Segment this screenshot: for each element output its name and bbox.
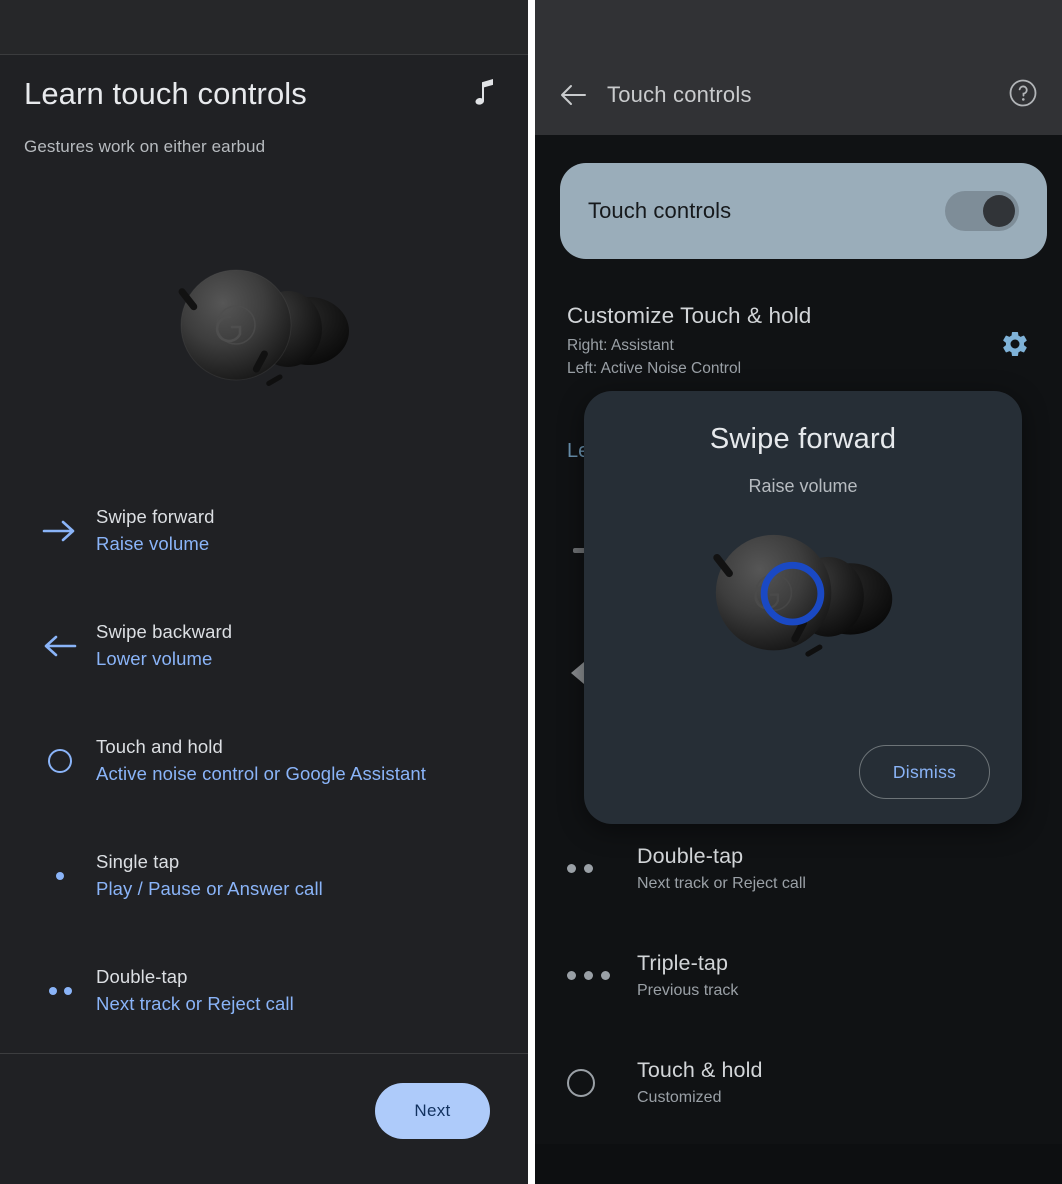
toggle-card-label: Touch controls xyxy=(588,198,732,223)
dialog-title: Swipe forward xyxy=(709,423,897,455)
screenshot-root: Learn touch controls Gestures work on ei… xyxy=(0,0,1062,1184)
dismiss-button[interactable]: Dismiss xyxy=(859,745,990,799)
gesture-row: Touch and hold Active noise control or G… xyxy=(0,703,528,818)
list-item-sub: Customized xyxy=(637,1089,722,1106)
two-dots-icon xyxy=(567,864,637,873)
next-button[interactable]: Next xyxy=(375,1083,490,1139)
arrow-right-icon xyxy=(24,518,96,544)
obscured-triangle-icon xyxy=(571,662,584,684)
gesture-row: Swipe backward Lower volume xyxy=(0,588,528,703)
help-circle-icon[interactable] xyxy=(1008,78,1038,113)
gesture-title: Double-tap xyxy=(96,966,188,987)
touch-controls-switch[interactable] xyxy=(945,191,1019,231)
left-header: Learn touch controls Gestures work on ei… xyxy=(0,55,528,157)
list-item-title: Double-tap xyxy=(637,844,744,868)
customize-right-line: Right: Assistant xyxy=(567,337,674,354)
list-item-title: Triple-tap xyxy=(637,951,729,975)
gesture-title: Swipe backward xyxy=(96,621,233,642)
gesture-row: Double-tap Next track or Reject call xyxy=(0,933,528,1048)
left-status-strip xyxy=(0,0,528,55)
list-item[interactable]: Touch & hold Customized xyxy=(535,1029,1062,1136)
customize-title: Customize Touch & hold xyxy=(567,303,812,328)
earbud-illustration xyxy=(0,248,528,418)
touch-controls-toggle-card[interactable]: Touch controls xyxy=(560,163,1047,259)
list-item[interactable]: Double-tap Next track or Reject call xyxy=(535,815,1062,922)
switch-knob xyxy=(983,195,1015,227)
gesture-settings-list: Double-tap Next track or Reject call Tri… xyxy=(535,815,1062,1136)
page-subtitle: Gestures work on either earbud xyxy=(24,137,266,156)
arrow-left-icon xyxy=(24,633,96,659)
customize-touch-hold-section[interactable]: Customize Touch & hold Right: Assistant … xyxy=(535,303,1062,379)
dialog-earbud-illustration xyxy=(653,511,953,691)
page-title: Learn touch controls xyxy=(24,76,307,111)
list-item[interactable]: Triple-tap Previous track xyxy=(535,922,1062,1029)
gesture-action: Next track or Reject call xyxy=(96,993,294,1014)
two-dots-icon xyxy=(24,986,96,995)
panel-gap xyxy=(528,0,535,1184)
swipe-forward-dialog: Swipe forward Raise volume Dismiss xyxy=(584,391,1022,824)
left-footer: Next xyxy=(0,1054,528,1184)
music-note-icon xyxy=(472,77,498,115)
gesture-action: Raise volume xyxy=(96,533,210,554)
gesture-title: Swipe forward xyxy=(96,506,215,527)
back-arrow-icon[interactable] xyxy=(559,84,597,106)
circle-outline-icon xyxy=(24,748,96,773)
three-dots-icon xyxy=(567,971,637,980)
gesture-action: Active noise control or Google Assistant xyxy=(96,763,426,784)
bottom-nav-strip xyxy=(535,1144,1062,1184)
circle-outline-icon xyxy=(567,1068,637,1097)
gesture-list: Swipe forward Raise volume Swipe backwar… xyxy=(0,473,528,1048)
left-tutorial-panel: Learn touch controls Gestures work on ei… xyxy=(0,0,528,1184)
customize-left-line: Left: Active Noise Control xyxy=(567,360,742,377)
gesture-title: Touch and hold xyxy=(96,736,223,757)
gesture-action: Lower volume xyxy=(96,648,213,669)
app-bar: Touch controls xyxy=(535,55,1062,135)
one-dot-icon xyxy=(24,871,96,880)
gear-icon[interactable] xyxy=(1000,329,1030,364)
right-status-strip xyxy=(535,0,1062,55)
gesture-title: Single tap xyxy=(96,851,180,872)
gesture-row: Swipe forward Raise volume xyxy=(0,473,528,588)
gesture-action: Play / Pause or Answer call xyxy=(96,878,323,899)
list-item-sub: Previous track xyxy=(637,982,739,999)
list-item-title: Touch & hold xyxy=(637,1058,763,1082)
list-item-sub: Next track or Reject call xyxy=(637,875,806,892)
dialog-subtitle: Raise volume xyxy=(748,476,858,496)
gesture-row: Single tap Play / Pause or Answer call xyxy=(0,818,528,933)
app-bar-title: Touch controls xyxy=(607,82,752,107)
